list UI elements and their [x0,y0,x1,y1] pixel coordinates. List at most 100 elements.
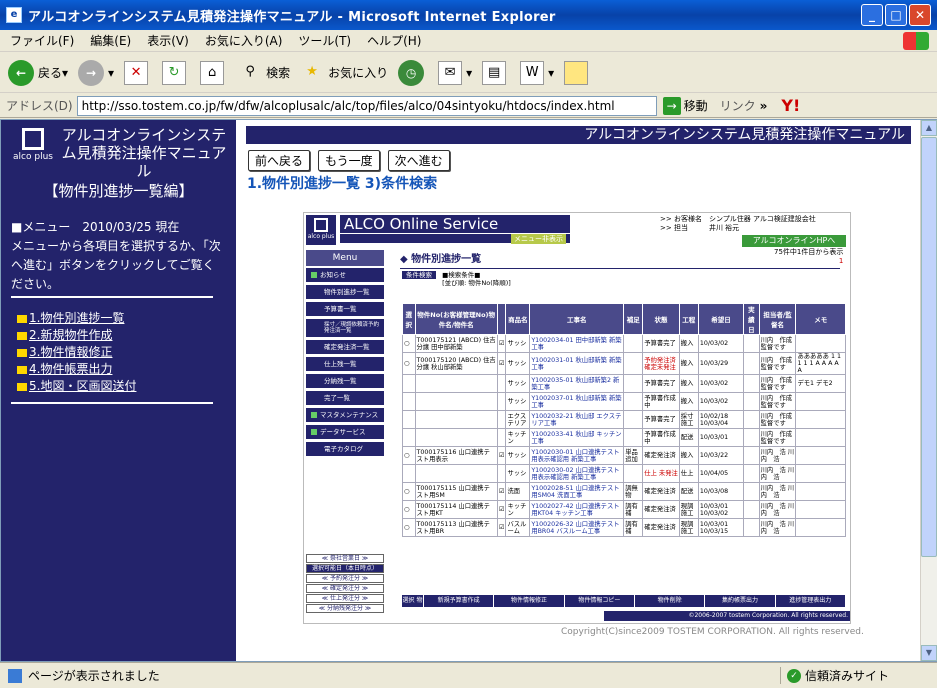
shot-table-cell [402,464,416,483]
shot-table-cell: 川内 浩 川内 浩 [758,464,797,483]
sidebar-subtitle: 【物件別進捗一覧編】 [43,182,194,200]
check-icon: ✓ [787,668,801,683]
forward-button[interactable]: → ▾ [78,59,114,86]
shot-menu-button: Menu [306,250,384,266]
shot-bottom-button: 新規予算書作成 [424,595,495,607]
shot-table-cell [402,392,416,411]
shot-table-cell: 10/03/02 [697,334,745,353]
shot-table-cell: ○ [402,334,416,353]
menu-view[interactable]: 表示(V) [147,32,189,49]
shot-table-cell: T000175115 山口連携テスト用SM [414,482,498,501]
mail-button[interactable]: ✉ ▾ [438,60,472,85]
shot-table-cell [402,410,416,429]
shot-table-cell: 予算書作成中 [642,392,680,411]
shot-table-cell: 10/04/05 [697,464,745,483]
shot-filter-line: ■検索条件■ [442,271,481,279]
sidebar-link-2[interactable]: 2.新規物件作成 [17,327,136,344]
shot-table-header: メモ [795,303,846,335]
zone-text: 信頼済みサイト [805,669,890,683]
print-button[interactable]: ▤ [482,60,510,85]
shot-bottom-button: 物件情報修正 [494,595,565,607]
shot-table-row: サッシ Y1002030-02 山口連携テスト用表示確認用 新築工事 仕上 未発注仕… [402,464,846,483]
shot-table-cell [402,428,416,447]
note-button[interactable] [564,60,592,85]
shot-table-cell: 採寸 施工 [678,410,699,429]
shot-table-cell [496,374,507,393]
search-button[interactable]: ⚲ 検索 [238,61,290,85]
sidebar-menu-text: ■メニュー 2010/03/25 現在 メニューから各項目を選択するか、「次へ進… [11,218,221,294]
shot-table-cell [743,446,760,465]
stop-button[interactable]: ✕ [124,60,152,85]
shot-side-item: 予算書一覧 [306,302,384,316]
shot-table-cell [743,374,760,393]
next-button[interactable]: 次へ進む [387,150,450,171]
shot-table-cell: ○ [402,482,416,501]
shot-filter-tag: 条件検索 [402,271,436,279]
shot-side-item: 確定発注済一覧 [306,340,384,354]
nav-buttons: 前へ戻る もう一度 次へ進む [248,150,450,171]
menu-tools[interactable]: ツール(T) [298,32,351,49]
maximize-button[interactable]: □ [885,4,907,26]
shot-table-cell: 予算書完了 [642,410,680,429]
sidebar-link-4[interactable]: 4.物件帳票出力 [17,361,136,378]
shot-table-cell: 10/03/29 [697,352,745,375]
shot-table-cell: T000175113 山口連携テスト用BR [414,518,498,537]
prev-button[interactable]: 前へ戻る [248,150,311,171]
browser-content: alco plus アルコオンラインシステム見積発注操作マニュアル 【物件別進捗… [0,119,937,662]
shot-table-header: 実績日 [743,303,760,335]
again-button[interactable]: もう一度 [318,150,380,171]
home-button[interactable]: ⌂ [200,60,228,85]
scroll-up-icon[interactable]: ▲ [921,120,937,136]
scroll-thumb[interactable] [921,137,937,557]
go-button[interactable]: → 移動 [662,96,708,115]
history-button[interactable]: ◷ [398,59,428,86]
favorites-button[interactable]: ★ お気に入り [300,61,388,85]
menu-edit[interactable]: 編集(E) [90,32,131,49]
shot-table-cell [743,482,760,501]
shot-table-cell [743,500,760,519]
shot-table-cell: 現調 施工 [678,500,699,519]
address-input[interactable]: http://sso.tostem.co.jp/fw/dfw/alcoplusa… [76,95,657,116]
menu-file[interactable]: ファイル(F) [10,32,74,49]
menu-help[interactable]: ヘルプ(H) [367,32,421,49]
chevron-right-icon[interactable]: » [760,99,768,113]
shot-table-cell: ○ [402,446,416,465]
sidebar-link-3[interactable]: 3.物件情報修正 [17,344,136,361]
back-button[interactable]: ← 戻る ▾ [8,59,68,86]
scroll-down-icon[interactable]: ▼ [921,645,937,661]
edit-button[interactable]: W ▾ [520,60,554,85]
shot-filter: 条件検索 ■検索条件■ [並び順: 物件No(降順)] [402,271,511,287]
shot-side-lower: ≪ 祭社営業日 ≫ 選択可能日（本日時点） ≪ 予約発注分 ≫ ≪ 確定発注分 … [306,554,384,614]
app-icon: e [6,7,22,23]
sidebar-link-5[interactable]: 5.地図・区画図送付 [17,378,136,395]
shot-table-cell: Y1002032-21 秋山邸 エクステリア工事 [529,410,625,429]
window-title: アルコオンラインシステム見積発注操作マニュアル - Microsoft Inte… [28,9,556,25]
section-title: 1.物件別進捗一覧 3)条件検索 [247,176,438,192]
minimize-button[interactable]: _ [861,4,883,26]
shot-table-cell: 10/03/08 [697,482,745,501]
shot-table-cell: 搬入 [678,334,699,353]
shot-table-cell: 調有補 [623,500,644,519]
go-arrow-icon: → [662,96,681,115]
shot-table-cell: T000175121 (ABCD) 住吉分譲 田中邸新築 [414,334,498,353]
shot-filter-line: [並び順: 物件No(降順)] [442,279,511,287]
shot-table-cell [414,374,498,393]
scrollbar[interactable]: ▲ ▼ [920,120,937,661]
refresh-button[interactable]: ↻ [162,60,190,85]
links-label[interactable]: リンク [720,97,756,114]
shot-table-row: ○ T000175115 山口連携テスト用SM ☑ 洗面 Y1002028-51 山口連… [402,482,846,501]
status-bar: ページが表示されました ✓ 信頼済みサイト [0,662,937,688]
embedded-screenshot: alco plus ALCO Online Service メニュー非表示 >>… [303,212,851,624]
sidebar-link-1[interactable]: 1.物件別進捗一覧 [17,310,136,327]
yahoo-icon[interactable]: Y! [781,96,800,115]
menu-favorites[interactable]: お気に入り(A) [205,32,283,49]
shot-table-header: 状態 [642,303,680,335]
shot-side-item: お知らせ [306,268,384,282]
shot-table-cell: 10/03/02 [697,392,745,411]
shot-table-header: 希望日 [697,303,745,335]
divider [11,402,213,404]
shot-table-cell: 搬入 [678,352,699,375]
close-button[interactable]: ✕ [909,4,931,26]
shot-table-cell: 10/03/22 [697,446,745,465]
shot-table-cell: T000175116 山口連携テスト用表示 [414,446,498,465]
